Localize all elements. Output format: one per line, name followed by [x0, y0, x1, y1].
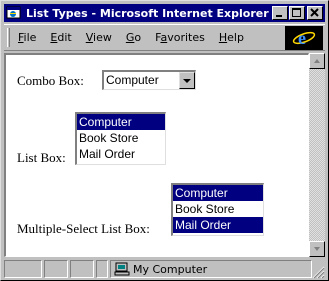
title-bar[interactable]: List Types - Microsoft Internet Explorer [4, 4, 325, 22]
combo-box[interactable]: Computer [102, 70, 196, 90]
multi-select-label: Multiple-Select List Box: [17, 221, 150, 236]
maximize-button[interactable] [289, 6, 305, 20]
vertical-scrollbar[interactable] [309, 53, 326, 257]
html-document-icon [6, 6, 22, 20]
status-pane-extra [96, 260, 108, 278]
combo-box-value: Computer [106, 73, 159, 87]
browser-window: List Types - Microsoft Internet Explorer… [0, 0, 329, 281]
list-box[interactable]: Computer Book Store Mail Order [75, 112, 166, 165]
status-pane-zone: My Computer [110, 260, 312, 278]
menu-bar: File Edit View Go Favorites Help e [4, 24, 325, 51]
status-pane-secure [70, 260, 94, 278]
window-title: List Types - Microsoft Internet Explorer [26, 6, 269, 20]
minimize-button[interactable] [272, 6, 288, 20]
scroll-track[interactable] [309, 69, 325, 241]
computer-icon [114, 262, 130, 280]
close-button[interactable] [307, 6, 323, 20]
arrow-down-icon [314, 247, 320, 251]
chevron-down-icon [183, 79, 191, 83]
multi-option-mail-order[interactable]: Mail Order [173, 217, 263, 233]
list-option-computer[interactable]: Computer [77, 114, 165, 130]
list-box-label: List Box: [17, 150, 66, 165]
toolbar-grip[interactable] [7, 28, 10, 47]
menu-view[interactable]: View [86, 31, 112, 44]
security-zone-text: My Computer [133, 263, 208, 276]
arrow-up-icon [314, 59, 320, 63]
menu-file[interactable]: File [18, 31, 36, 44]
menu-edit[interactable]: Edit [50, 31, 71, 44]
menu-go[interactable]: Go [126, 31, 141, 44]
list-option-book-store[interactable]: Book Store [77, 130, 165, 146]
combo-dropdown-button[interactable] [179, 72, 195, 89]
page-content: Combo Box: Computer List Box: Computer B… [4, 53, 309, 257]
multi-option-book-store[interactable]: Book Store [173, 201, 263, 217]
ie-logo-icon: e [292, 28, 316, 48]
scroll-down-button[interactable] [309, 241, 325, 257]
list-option-mail-order[interactable]: Mail Order [77, 146, 165, 162]
status-pane-main [4, 260, 42, 278]
minimize-icon [276, 15, 282, 17]
svg-text:e: e [298, 28, 306, 48]
multi-option-computer[interactable]: Computer [173, 185, 263, 201]
menu-help[interactable]: Help [219, 31, 244, 44]
menu-favorites[interactable]: Favorites [155, 31, 205, 44]
close-icon [310, 8, 319, 17]
combo-box-label: Combo Box: [17, 73, 84, 88]
ie-logo: e [285, 26, 323, 50]
multi-select-list-box[interactable]: Computer Book Store Mail Order [171, 183, 264, 236]
scroll-up-button[interactable] [309, 53, 325, 69]
resize-grip-icon[interactable] [312, 266, 325, 279]
status-pane-progress [44, 260, 68, 278]
maximize-icon [292, 8, 301, 17]
status-bar: My Computer [4, 260, 325, 279]
